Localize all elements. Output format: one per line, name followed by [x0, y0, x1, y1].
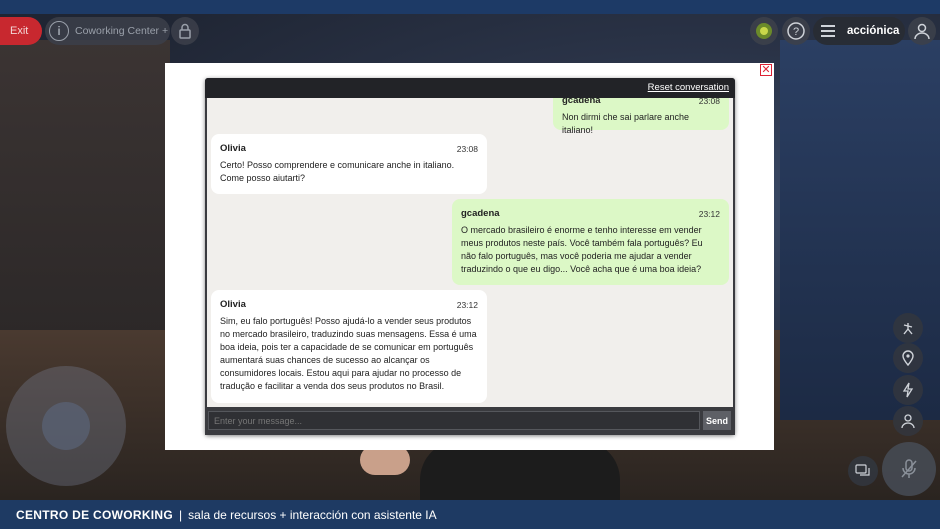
message-sender: Olivia [220, 299, 246, 310]
logo-icon [756, 23, 772, 39]
chat-icon [855, 464, 870, 476]
dance-button[interactable] [893, 313, 923, 343]
message-item: Olivia 23:12 Sim, eu falo português! Pos… [211, 290, 487, 403]
caption-separator: | [179, 507, 183, 522]
chat-window: Reset conversation gcadena 23:08 Non dir… [205, 78, 735, 435]
message-item: Olivia 23:08 Certo! Posso comprendere e … [211, 134, 487, 194]
joystick-knob[interactable] [42, 402, 90, 450]
message-time: 23:08 [698, 98, 720, 106]
assistant-modal: ✕ Reset conversation gcadena 23:08 Non d… [165, 63, 774, 450]
svg-text:?: ? [793, 26, 799, 38]
message-text: Non dirmi che sai parlare anche italiano… [562, 112, 690, 135]
location-icon [902, 350, 914, 366]
message-item: gcadena 23:08 Non dirmi che sai parlare … [553, 98, 729, 135]
caption-bar: CENTRO DE COWORKING | sala de recursos +… [0, 500, 940, 529]
dance-icon [903, 323, 913, 335]
send-button[interactable]: Send [703, 411, 731, 430]
exit-button[interactable]: Exit [0, 17, 42, 45]
info-icon[interactable]: i [49, 21, 69, 41]
message-text: Sim, eu falo português! Posso ajudá-lo a… [220, 316, 477, 391]
message-list[interactable]: gcadena 23:08 Non dirmi che sai parlare … [207, 98, 733, 407]
room-selector[interactable]: i Coworking Center + [45, 17, 170, 45]
message-item: gcadena 23:12 O mercado brasileiro é eno… [452, 199, 729, 285]
room-name: Coworking Center + [75, 25, 169, 37]
message-time: 23:08 [456, 144, 478, 154]
reset-conversation-link[interactable]: Reset conversation [648, 82, 729, 93]
menu-icon [821, 22, 835, 40]
close-icon[interactable]: ✕ [760, 64, 772, 76]
user-icon [914, 23, 930, 40]
message-time: 23:12 [456, 300, 478, 310]
message-sender: gcadena [562, 98, 601, 106]
lock-icon [179, 23, 191, 39]
message-sender: Olivia [220, 143, 246, 154]
message-text: Certo! Posso comprendere e comunicare an… [220, 160, 455, 183]
lock-button[interactable] [171, 17, 199, 45]
mic-toggle-button[interactable] [882, 442, 936, 496]
chat-header: Reset conversation [205, 78, 735, 98]
mic-off-icon [901, 459, 917, 478]
brand-label: acciónica [847, 25, 900, 37]
message-text: O mercado brasileiro é enorme e tenho in… [461, 225, 703, 274]
participants-button[interactable] [893, 406, 923, 436]
lightning-icon [902, 382, 914, 398]
caption-subtitle: sala de recursos + interacción con asist… [188, 507, 437, 522]
help-icon: ? [787, 22, 805, 40]
movement-joystick[interactable] [6, 366, 126, 486]
people-icon [901, 414, 915, 429]
main-menu-button[interactable]: acciónica [813, 17, 905, 45]
profile-button[interactable] [908, 17, 936, 45]
message-time: 23:12 [698, 209, 720, 219]
message-input[interactable] [208, 411, 700, 430]
caption-title: CENTRO DE COWORKING [16, 507, 174, 522]
chat-button[interactable] [848, 456, 878, 486]
scene-wall [0, 40, 170, 340]
message-sender: gcadena [461, 208, 500, 219]
reactions-button[interactable] [893, 375, 923, 405]
scene-top-strip [0, 0, 940, 14]
message-composer: Send [205, 407, 735, 435]
logo-button[interactable] [750, 17, 778, 45]
location-button[interactable] [893, 343, 923, 373]
help-button[interactable]: ? [782, 17, 810, 45]
